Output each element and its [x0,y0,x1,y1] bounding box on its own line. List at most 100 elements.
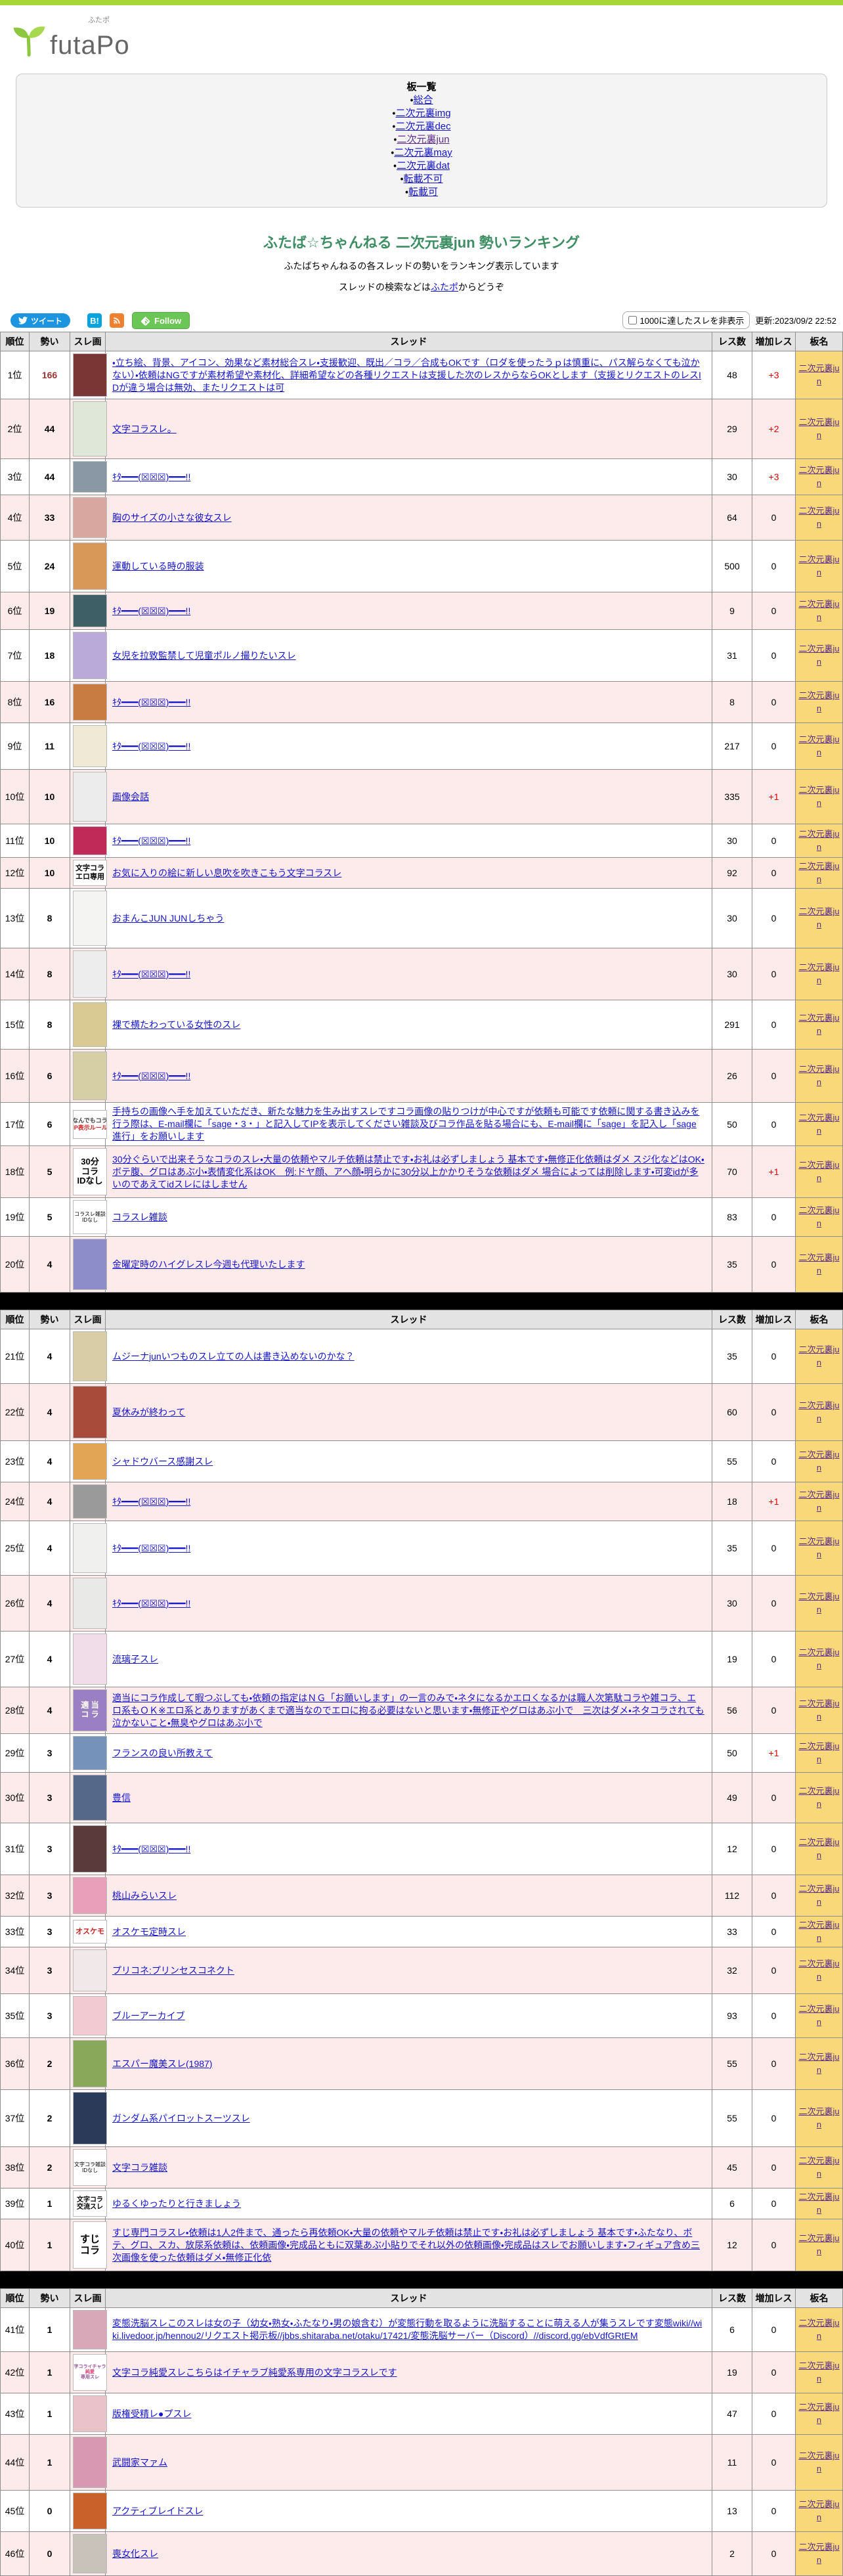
thread-thumbnail[interactable] [73,1775,107,1821]
thread-link[interactable]: 胸のサイズの小さな彼女スレ [112,512,232,523]
tweet-button[interactable]: ツイート [11,313,71,328]
thread-link[interactable]: 手持ちの画像へ手を加えていただき、新たな魅力を生み出すスレですコラ画像の貼りつけ… [112,1106,699,1142]
thread-link[interactable]: すじ専門コラスレ・依頼は1人2件まで、通ったら再依頼OK・大量の依頼やマルチ依頼… [112,2227,700,2263]
thread-link[interactable]: 画像会話 [112,791,149,802]
futapo-link[interactable]: ふたポ [431,282,458,292]
board-name-link[interactable]: 二次元裏jun [798,2233,839,2256]
board-name-link[interactable]: 二次元裏jun [798,861,839,884]
thread-thumbnail[interactable] [73,1949,107,1991]
board-name-link[interactable]: 二次元裏jun [798,734,839,757]
board-name-link[interactable]: 二次元裏jun [798,599,839,622]
thread-link[interactable]: アクティブレイドスレ [112,2506,203,2516]
board-name-link[interactable]: 二次元裏jun [798,2318,839,2341]
thread-thumbnail[interactable]: すじ コラ [73,2221,107,2269]
thread-thumbnail[interactable] [73,2395,107,2432]
board-name-link[interactable]: 二次元裏jun [798,2192,839,2215]
board-link-7[interactable]: 転載可 [408,187,438,198]
board-name-link[interactable]: 二次元裏jun [798,644,839,667]
board-link-5[interactable]: 二次元裏dat [397,160,450,171]
thread-link[interactable]: 30分ぐらいで出来そうなコラのスレ・大量の依頼やマルチ依頼は禁止です・お礼は必ず… [112,1154,704,1189]
board-name-link[interactable]: 二次元裏jun [798,2156,839,2179]
board-link-4[interactable]: 二次元裏may [394,147,452,158]
thread-link[interactable]: 運動している時の服装 [112,561,204,571]
thread-thumbnail[interactable] [73,1996,107,2035]
thread-link[interactable]: 文字コラ純愛スレこちらはイチャラブ純愛系専用の文字コラスレです [112,2367,397,2378]
site-logo[interactable]: futaPo [12,22,843,58]
thread-thumbnail[interactable] [73,1052,107,1100]
board-name-link[interactable]: 二次元裏jun [798,1647,839,1670]
board-name-link[interactable]: 二次元裏jun [798,1536,839,1559]
board-name-link[interactable]: 二次元裏jun [798,554,839,577]
thread-thumbnail[interactable] [73,2092,107,2144]
thread-link[interactable]: 夏休みが終わって [112,1407,185,1417]
thread-link[interactable]: エスパー魔美スレ(1987) [112,2058,212,2069]
thread-link[interactable]: ｷﾀ━━━(☒☒☒)━━━!! [112,741,190,751]
thread-link[interactable]: ｷﾀ━━━(☒☒☒)━━━!! [112,1071,190,1081]
board-name-link[interactable]: 二次元裏jun [798,2542,839,2565]
thread-thumbnail[interactable]: なんでもコラ IP表示ルール [73,1109,107,1139]
thread-thumbnail[interactable]: オスケモ [73,1920,107,1943]
board-name-link[interactable]: 二次元裏jun [798,1591,839,1614]
thread-link[interactable]: ゆるくゆったりと行きましょう [112,2198,241,2209]
thread-thumbnail[interactable] [73,1443,107,1480]
board-name-link[interactable]: 二次元裏jun [798,2004,839,2027]
thread-thumbnail[interactable]: 文字コラ 交流スレ [73,2190,107,2217]
thread-link[interactable]: フランスの良い所教えて [112,1748,213,1758]
thread-thumbnail[interactable] [73,632,107,679]
thread-link[interactable]: シャドウバース感謝スレ [112,1456,213,1467]
thread-link[interactable]: 裸で横たわっている女性のスレ [112,1019,240,1030]
thread-link[interactable]: ｷﾀ━━━(☒☒☒)━━━!! [112,472,190,482]
thread-thumbnail[interactable] [73,950,107,998]
thread-link[interactable]: 桃山みらいスレ [112,1890,177,1901]
thread-thumbnail[interactable] [73,401,107,456]
feedly-follow-button[interactable]: Follow [132,312,190,329]
board-link-3[interactable]: 二次元裏jun [397,134,450,145]
thread-thumbnail[interactable] [73,1633,107,1685]
thread-thumbnail[interactable]: 30分 コラ IDなし [73,1148,107,1195]
board-name-link[interactable]: 二次元裏jun [798,1450,839,1473]
thread-link[interactable]: 適当にコラ作成して暇つぶしても・依頼の指定はＮＧ「お願いします」の一言のみで・ネ… [112,1693,704,1728]
board-name-link[interactable]: 二次元裏jun [798,1837,839,1860]
board-name-link[interactable]: 二次元裏jun [798,363,839,386]
board-name-link[interactable]: 二次元裏jun [798,1786,839,1809]
board-link-1[interactable]: 二次元裏img [395,108,450,119]
board-name-link[interactable]: 二次元裏jun [798,1253,839,1276]
thread-thumbnail[interactable] [73,543,107,590]
board-name-link[interactable]: 二次元裏jun [798,1205,839,1228]
board-name-link[interactable]: 二次元裏jun [798,1064,839,1087]
thread-thumbnail[interactable] [73,1484,107,1519]
board-name-link[interactable]: 二次元裏jun [798,2402,839,2425]
thread-link[interactable]: オスケモ定時スレ [112,1926,186,1937]
thread-link[interactable]: 流璃子スレ [112,1654,158,1664]
thread-link[interactable]: ムジーナjunいつものスレ立ての人は書き込めないのかな？ [112,1351,355,1362]
thread-link[interactable]: 女児を拉致監禁して児童ポルノ撮りたいスレ [112,650,296,661]
thread-thumbnail[interactable] [73,2493,107,2529]
thread-link[interactable]: 武闘家マァム [112,2457,167,2468]
board-name-link[interactable]: 二次元裏jun [798,1920,839,1943]
thread-link[interactable]: お気に入りの絵に新しい息吹を吹きこもう文字コラスレ [112,868,341,878]
thread-thumbnail[interactable] [73,461,107,493]
thread-thumbnail[interactable] [73,1736,107,1770]
thread-thumbnail[interactable] [73,594,107,627]
board-name-link[interactable]: 二次元裏jun [798,2052,839,2075]
thread-link[interactable]: ガンダム系パイロットスーツスレ [112,2113,250,2123]
board-name-link[interactable]: 二次元裏jun [798,1160,839,1183]
thread-thumbnail[interactable] [73,1239,107,1290]
thread-link[interactable]: ｷﾀ━━━(☒☒☒)━━━!! [112,697,190,707]
thread-thumbnail[interactable] [73,1825,107,1873]
board-name-link[interactable]: 二次元裏jun [798,1113,839,1136]
thread-thumbnail[interactable]: 適 当コ ラ [73,1689,107,1731]
board-name-link[interactable]: 二次元裏jun [798,1741,839,1764]
thread-link[interactable]: 文字コラスレ。 [112,424,177,434]
board-name-link[interactable]: 二次元裏jun [798,1959,839,1982]
thread-link[interactable]: 版権受精レ●プスレ [112,2409,191,2419]
rss-button[interactable] [110,313,125,328]
thread-thumbnail[interactable] [73,2040,107,2087]
thread-link[interactable]: 豊信 [112,1792,131,1803]
board-name-link[interactable]: 二次元裏jun [798,785,839,808]
board-name-link[interactable]: 二次元裏jun [798,417,839,440]
board-name-link[interactable]: 二次元裏jun [798,690,839,713]
board-name-link[interactable]: 二次元裏jun [798,506,839,529]
board-name-link[interactable]: 二次元裏jun [798,2106,839,2129]
thread-thumbnail[interactable] [73,2534,107,2573]
